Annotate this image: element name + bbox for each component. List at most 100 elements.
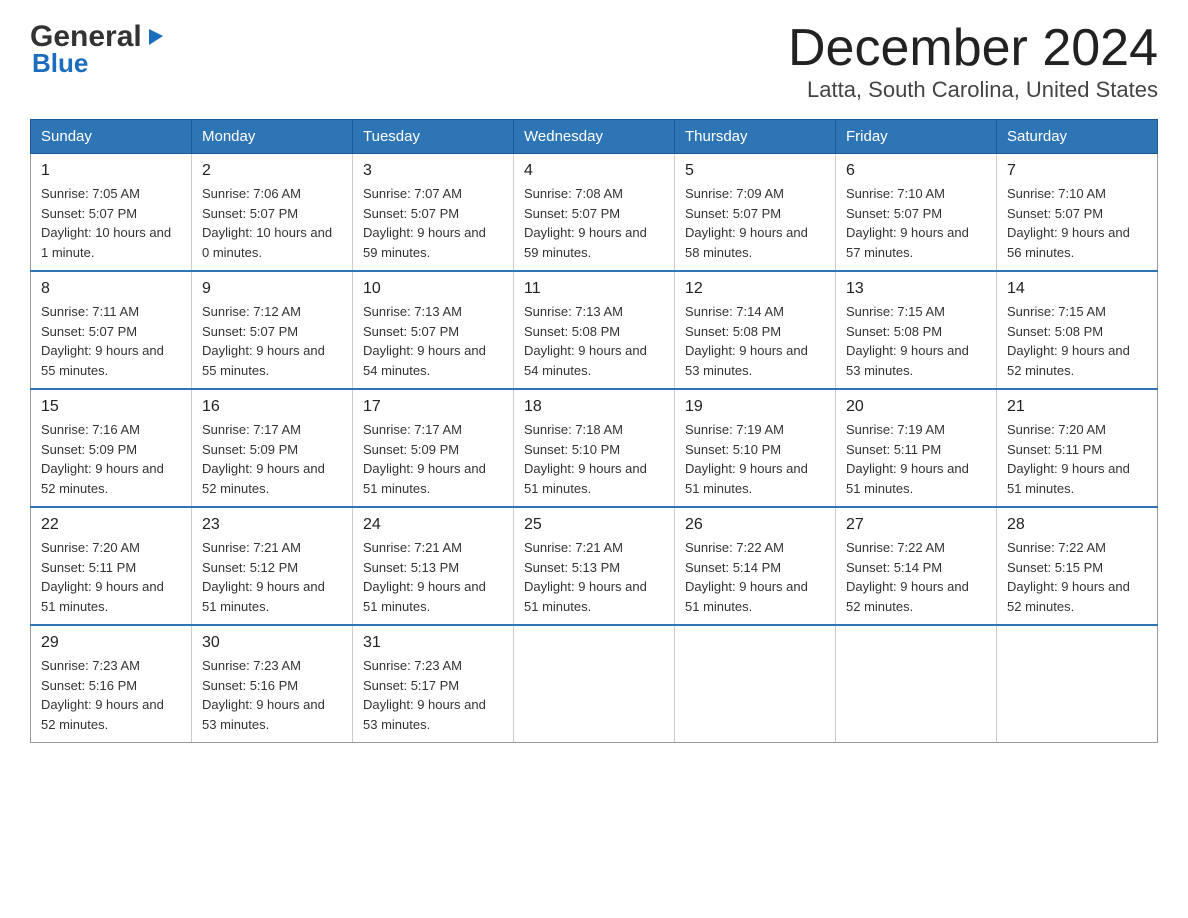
daylight-label: Daylight: 9 hours and 59 minutes.: [524, 225, 647, 260]
day-number: 22: [41, 516, 181, 534]
weekday-header-wednesday: Wednesday: [514, 120, 675, 154]
weekday-header-saturday: Saturday: [997, 120, 1158, 154]
day-number: 1: [41, 162, 181, 180]
calendar-table: SundayMondayTuesdayWednesdayThursdayFrid…: [30, 119, 1158, 743]
daylight-label: Daylight: 10 hours and 0 minutes.: [202, 225, 332, 260]
calendar-day-13: 13 Sunrise: 7:15 AM Sunset: 5:08 PM Dayl…: [836, 271, 997, 389]
daylight-label: Daylight: 9 hours and 54 minutes.: [524, 343, 647, 378]
sunset-label: Sunset: 5:15 PM: [1007, 560, 1103, 575]
month-title: December 2024: [788, 20, 1158, 77]
day-number: 27: [846, 516, 986, 534]
calendar-week-2: 8 Sunrise: 7:11 AM Sunset: 5:07 PM Dayli…: [31, 271, 1158, 389]
sunrise-label: Sunrise: 7:08 AM: [524, 186, 623, 201]
daylight-label: Daylight: 9 hours and 55 minutes.: [202, 343, 325, 378]
sunset-label: Sunset: 5:08 PM: [685, 324, 781, 339]
day-number: 20: [846, 398, 986, 416]
daylight-label: Daylight: 9 hours and 54 minutes.: [363, 343, 486, 378]
weekday-header-tuesday: Tuesday: [353, 120, 514, 154]
daylight-label: Daylight: 9 hours and 51 minutes.: [685, 579, 808, 614]
day-info: Sunrise: 7:21 AM Sunset: 5:13 PM Dayligh…: [363, 538, 503, 616]
calendar-day-empty: [997, 625, 1158, 743]
sunrise-label: Sunrise: 7:10 AM: [846, 186, 945, 201]
day-info: Sunrise: 7:22 AM Sunset: 5:14 PM Dayligh…: [846, 538, 986, 616]
calendar-day-16: 16 Sunrise: 7:17 AM Sunset: 5:09 PM Dayl…: [192, 389, 353, 507]
calendar-week-4: 22 Sunrise: 7:20 AM Sunset: 5:11 PM Dayl…: [31, 507, 1158, 625]
sunrise-label: Sunrise: 7:14 AM: [685, 304, 784, 319]
day-info: Sunrise: 7:17 AM Sunset: 5:09 PM Dayligh…: [363, 420, 503, 498]
daylight-label: Daylight: 9 hours and 57 minutes.: [846, 225, 969, 260]
sunset-label: Sunset: 5:08 PM: [846, 324, 942, 339]
calendar-day-23: 23 Sunrise: 7:21 AM Sunset: 5:12 PM Dayl…: [192, 507, 353, 625]
day-number: 25: [524, 516, 664, 534]
sunset-label: Sunset: 5:07 PM: [363, 206, 459, 221]
sunset-label: Sunset: 5:09 PM: [41, 442, 137, 457]
sunrise-label: Sunrise: 7:09 AM: [685, 186, 784, 201]
sunset-label: Sunset: 5:08 PM: [1007, 324, 1103, 339]
day-info: Sunrise: 7:18 AM Sunset: 5:10 PM Dayligh…: [524, 420, 664, 498]
day-info: Sunrise: 7:06 AM Sunset: 5:07 PM Dayligh…: [202, 184, 342, 262]
sunrise-label: Sunrise: 7:16 AM: [41, 422, 140, 437]
calendar-day-15: 15 Sunrise: 7:16 AM Sunset: 5:09 PM Dayl…: [31, 389, 192, 507]
day-info: Sunrise: 7:13 AM Sunset: 5:07 PM Dayligh…: [363, 302, 503, 380]
day-info: Sunrise: 7:14 AM Sunset: 5:08 PM Dayligh…: [685, 302, 825, 380]
day-info: Sunrise: 7:13 AM Sunset: 5:08 PM Dayligh…: [524, 302, 664, 380]
daylight-label: Daylight: 9 hours and 51 minutes.: [524, 461, 647, 496]
calendar-day-12: 12 Sunrise: 7:14 AM Sunset: 5:08 PM Dayl…: [675, 271, 836, 389]
day-number: 28: [1007, 516, 1147, 534]
day-info: Sunrise: 7:08 AM Sunset: 5:07 PM Dayligh…: [524, 184, 664, 262]
title-area: December 2024 Latta, South Carolina, Uni…: [788, 20, 1158, 103]
sunset-label: Sunset: 5:16 PM: [202, 678, 298, 693]
calendar-day-8: 8 Sunrise: 7:11 AM Sunset: 5:07 PM Dayli…: [31, 271, 192, 389]
sunset-label: Sunset: 5:09 PM: [363, 442, 459, 457]
calendar-week-3: 15 Sunrise: 7:16 AM Sunset: 5:09 PM Dayl…: [31, 389, 1158, 507]
day-info: Sunrise: 7:10 AM Sunset: 5:07 PM Dayligh…: [846, 184, 986, 262]
day-number: 29: [41, 634, 181, 652]
day-number: 11: [524, 280, 664, 298]
day-info: Sunrise: 7:21 AM Sunset: 5:12 PM Dayligh…: [202, 538, 342, 616]
calendar-day-28: 28 Sunrise: 7:22 AM Sunset: 5:15 PM Dayl…: [997, 507, 1158, 625]
day-number: 12: [685, 280, 825, 298]
weekday-header-sunday: Sunday: [31, 120, 192, 154]
day-info: Sunrise: 7:05 AM Sunset: 5:07 PM Dayligh…: [41, 184, 181, 262]
calendar-day-25: 25 Sunrise: 7:21 AM Sunset: 5:13 PM Dayl…: [514, 507, 675, 625]
day-info: Sunrise: 7:10 AM Sunset: 5:07 PM Dayligh…: [1007, 184, 1147, 262]
day-info: Sunrise: 7:20 AM Sunset: 5:11 PM Dayligh…: [41, 538, 181, 616]
daylight-label: Daylight: 9 hours and 51 minutes.: [363, 579, 486, 614]
calendar-day-1: 1 Sunrise: 7:05 AM Sunset: 5:07 PM Dayli…: [31, 154, 192, 272]
logo-triangle-icon: [145, 25, 167, 52]
weekday-header-thursday: Thursday: [675, 120, 836, 154]
calendar-day-4: 4 Sunrise: 7:08 AM Sunset: 5:07 PM Dayli…: [514, 154, 675, 272]
sunrise-label: Sunrise: 7:17 AM: [363, 422, 462, 437]
sunrise-label: Sunrise: 7:21 AM: [202, 540, 301, 555]
sunrise-label: Sunrise: 7:13 AM: [524, 304, 623, 319]
daylight-label: Daylight: 9 hours and 53 minutes.: [363, 697, 486, 732]
calendar-day-19: 19 Sunrise: 7:19 AM Sunset: 5:10 PM Dayl…: [675, 389, 836, 507]
day-number: 18: [524, 398, 664, 416]
daylight-label: Daylight: 9 hours and 52 minutes.: [1007, 579, 1130, 614]
day-number: 14: [1007, 280, 1147, 298]
day-info: Sunrise: 7:17 AM Sunset: 5:09 PM Dayligh…: [202, 420, 342, 498]
sunrise-label: Sunrise: 7:21 AM: [363, 540, 462, 555]
sunrise-label: Sunrise: 7:20 AM: [41, 540, 140, 555]
daylight-label: Daylight: 9 hours and 51 minutes.: [846, 461, 969, 496]
sunset-label: Sunset: 5:07 PM: [363, 324, 459, 339]
day-info: Sunrise: 7:07 AM Sunset: 5:07 PM Dayligh…: [363, 184, 503, 262]
logo-area: General Blue: [30, 20, 167, 79]
sunset-label: Sunset: 5:07 PM: [524, 206, 620, 221]
day-number: 13: [846, 280, 986, 298]
logo-blue-text: Blue: [30, 48, 88, 79]
calendar-day-6: 6 Sunrise: 7:10 AM Sunset: 5:07 PM Dayli…: [836, 154, 997, 272]
daylight-label: Daylight: 9 hours and 53 minutes.: [846, 343, 969, 378]
calendar-day-empty: [514, 625, 675, 743]
calendar-day-2: 2 Sunrise: 7:06 AM Sunset: 5:07 PM Dayli…: [192, 154, 353, 272]
sunrise-label: Sunrise: 7:19 AM: [685, 422, 784, 437]
day-info: Sunrise: 7:19 AM Sunset: 5:11 PM Dayligh…: [846, 420, 986, 498]
sunrise-label: Sunrise: 7:15 AM: [1007, 304, 1106, 319]
sunrise-label: Sunrise: 7:19 AM: [846, 422, 945, 437]
weekday-header-friday: Friday: [836, 120, 997, 154]
calendar-week-5: 29 Sunrise: 7:23 AM Sunset: 5:16 PM Dayl…: [31, 625, 1158, 743]
day-number: 26: [685, 516, 825, 534]
sunrise-label: Sunrise: 7:22 AM: [685, 540, 784, 555]
day-number: 4: [524, 162, 664, 180]
sunset-label: Sunset: 5:10 PM: [685, 442, 781, 457]
